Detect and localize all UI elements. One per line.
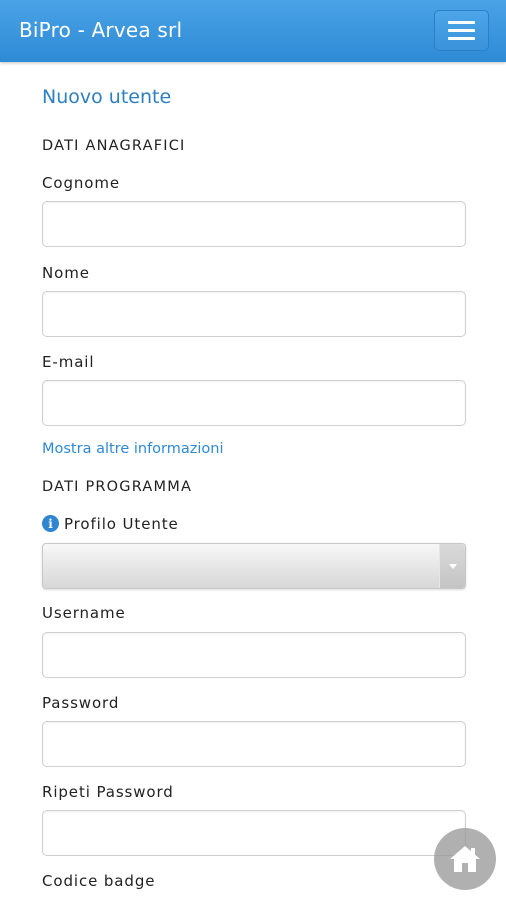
section-title-dati-anagrafici: DATI ANAGRAFICI <box>42 138 186 154</box>
email-input[interactable] <box>42 380 466 426</box>
email-label: E-mail <box>42 353 95 371</box>
top-navbar: BiPro - Arvea srl <box>0 0 506 62</box>
cognome-input[interactable] <box>42 201 466 247</box>
hamburger-menu-icon-bar <box>448 37 475 40</box>
cognome-label: Cognome <box>42 174 120 192</box>
username-input[interactable] <box>42 632 466 678</box>
show-more-info-link[interactable]: Mostra altre informazioni <box>42 441 224 457</box>
nome-input[interactable] <box>42 291 466 337</box>
home-icon <box>450 846 480 872</box>
ripeti-password-input[interactable] <box>42 810 466 856</box>
hamburger-menu-button[interactable] <box>434 10 489 51</box>
hamburger-menu-icon <box>448 21 475 24</box>
profilo-utente-label: Profilo Utente <box>64 515 179 533</box>
app-title: BiPro - Arvea srl <box>19 18 183 42</box>
select-dropdown-button[interactable] <box>439 544 465 588</box>
username-label: Username <box>42 604 126 622</box>
hamburger-menu-icon-bar <box>448 29 475 32</box>
section-title-dati-programma: DATI PROGRAMMA <box>42 479 193 495</box>
info-icon[interactable]: i <box>42 515 59 532</box>
home-button[interactable] <box>434 828 496 890</box>
profilo-utente-select[interactable] <box>42 543 466 589</box>
chevron-down-icon <box>448 563 457 569</box>
password-label: Password <box>42 694 120 712</box>
codice-badge-label: Codice badge <box>42 872 156 890</box>
nome-label: Nome <box>42 264 90 282</box>
ripeti-password-label: Ripeti Password <box>42 783 174 801</box>
page-title: Nuovo utente <box>42 86 172 108</box>
password-input[interactable] <box>42 721 466 767</box>
